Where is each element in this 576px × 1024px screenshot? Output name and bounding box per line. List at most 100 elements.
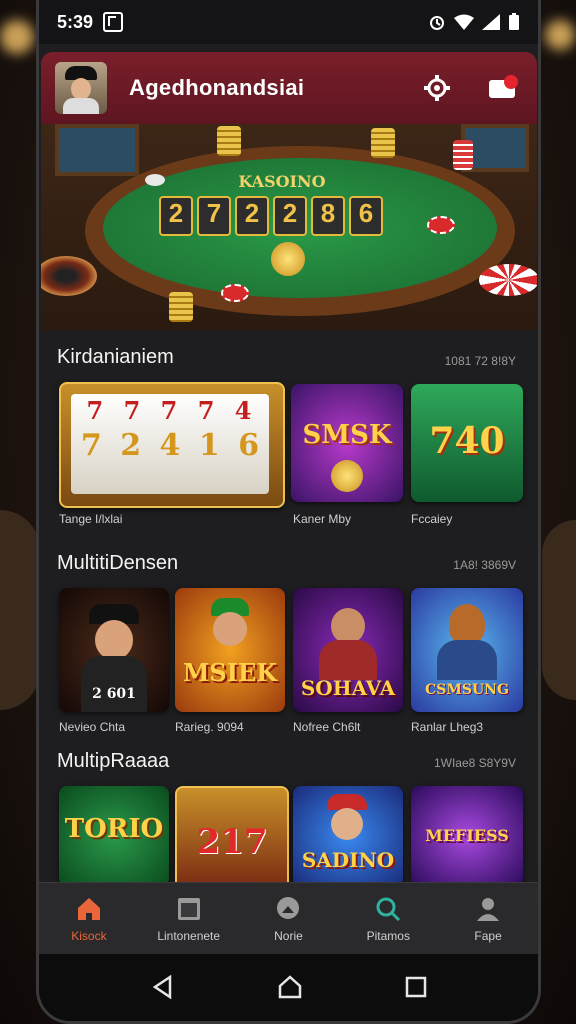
home-button[interactable] [277, 974, 303, 1005]
reel-digit: 6 [349, 196, 383, 236]
bottom-nav: Kisock Lintonenete Norie Pitamos Fape [39, 882, 538, 955]
section-title: MultipRaaaa [57, 750, 170, 772]
signal-icon [482, 14, 500, 30]
chip [145, 174, 165, 186]
home-icon [77, 898, 100, 920]
tile-label: Fccaiey [411, 512, 453, 526]
game-tile[interactable]: TORIO [59, 786, 169, 886]
game-tile[interactable]: CSMSUNG [411, 588, 523, 712]
battery-icon [509, 13, 519, 30]
game-tile[interactable]: 7 7 7 7 4 7 2 4 1 6 [59, 382, 285, 508]
nav-tablet[interactable]: Lintonenete [139, 883, 239, 955]
background-table [0, 510, 40, 710]
character-figure [331, 608, 365, 644]
nav-label: Pitamos [366, 929, 410, 943]
status-time: 5:39 [57, 11, 94, 32]
game-tile[interactable]: MSIEK [175, 588, 285, 712]
game-tile[interactable]: MEFIESS [411, 786, 523, 886]
back-button[interactable] [150, 974, 176, 1005]
tile-label: Nofree Ch6lt [293, 720, 361, 734]
reel-digit: 2 [273, 196, 307, 236]
recents-button[interactable] [404, 975, 428, 1004]
character-figure [331, 808, 363, 840]
app-title: Agedhonandsiai [129, 75, 305, 100]
hero-banner[interactable]: KASOINO 2 7 2 2 8 6 [41, 124, 537, 330]
chip [427, 216, 455, 234]
nav-search[interactable]: Pitamos [338, 883, 438, 955]
section-meta[interactable]: 1A8! 3869V [453, 558, 516, 572]
reel-digit: 2 [159, 196, 193, 236]
section-title: MultitiDensen [57, 552, 179, 574]
section-meta[interactable]: 1WIae8 S8Y9V [434, 756, 516, 770]
roulette-wheel [41, 256, 97, 296]
reel-digit: 7 [197, 196, 231, 236]
tile-label: Kaner Mby [293, 512, 352, 526]
back-icon [152, 974, 171, 999]
game-tile[interactable]: SMSK [291, 384, 403, 502]
nav-profile[interactable]: Fape [438, 883, 538, 955]
notifications-button[interactable] [485, 70, 521, 106]
tile-art-text: 7 7 7 7 4 [86, 396, 258, 425]
tile-art-text: 740 [429, 420, 505, 462]
chip-stack [169, 292, 193, 322]
nav-chat[interactable]: Norie [239, 883, 339, 955]
chip [221, 284, 249, 302]
character-figure [95, 620, 133, 660]
game-tile[interactable]: 740 [411, 384, 523, 502]
inbox-icon [489, 75, 518, 98]
tablet-icon [177, 898, 200, 920]
reel-digit: 2 [235, 196, 269, 236]
alarm-icon [430, 16, 444, 30]
home-outline-icon [278, 974, 301, 998]
tile-art-text: SADINO [301, 848, 395, 872]
background-table [542, 520, 576, 700]
status-icons [428, 13, 520, 31]
section-meta[interactable]: 1081 72 8!8Y [445, 354, 516, 368]
character-figure [437, 640, 497, 680]
tile-label: Tange I/lxlai [59, 512, 123, 526]
user-avatar[interactable] [55, 62, 107, 114]
notification-icon [103, 12, 124, 32]
game-tile[interactable]: 2 601 [59, 588, 169, 712]
tile-label: Nevieo Chta [59, 720, 126, 734]
character-figure [319, 640, 377, 680]
tile-art-text: MSIEK [182, 658, 278, 687]
reel-row: 2 7 2 2 8 6 [159, 196, 383, 236]
background-light [545, 20, 575, 50]
nav-home[interactable]: Kisock [39, 883, 139, 955]
nav-label: Norie [274, 929, 303, 943]
system-nav-bar [39, 954, 538, 1021]
search-icon [376, 897, 401, 922]
tile-art-text: SOHAVA [300, 676, 396, 700]
chip-stack [453, 140, 473, 170]
nav-label: Kisock [71, 929, 107, 943]
game-tile[interactable]: SADINO [293, 786, 403, 886]
status-bar: 5:39 [39, 0, 538, 44]
gold-coin [271, 242, 305, 276]
game-tile[interactable]: 217 [175, 786, 289, 890]
tile-art-text: 7 2 4 1 6 [80, 428, 264, 463]
section-title: Kirdanianiem [57, 346, 174, 368]
tile-art-text: CSMSUNG [425, 682, 509, 698]
chip-stack [217, 126, 241, 156]
game-tile[interactable]: SOHAVA [293, 588, 403, 712]
background-light [0, 20, 34, 54]
game-sections: Kirdanianiem 1081 72 8!8Y 7 7 7 7 4 7 2 … [39, 330, 538, 890]
settings-button[interactable] [419, 70, 455, 106]
wifi-icon [454, 14, 474, 30]
chat-icon [277, 897, 300, 919]
gold-coin [331, 460, 363, 492]
tile-art-text: 217 [196, 822, 268, 862]
recents-icon [405, 976, 426, 997]
gear-icon [424, 75, 450, 101]
app-header: Agedhonandsiai [41, 52, 537, 124]
character-figure [213, 612, 247, 646]
nav-label: Fape [474, 929, 502, 943]
table-text: KASOINO [238, 172, 326, 191]
hero-bg-window [55, 124, 139, 176]
chip-pile [479, 264, 537, 296]
phone-screen: 5:39 Agedhonandsiai KASOINO 2 7 2 2 8 6 … [36, 0, 541, 1024]
chip-stack [371, 128, 395, 158]
tile-art-text: 2 601 [92, 686, 136, 702]
character-figure [449, 604, 485, 644]
